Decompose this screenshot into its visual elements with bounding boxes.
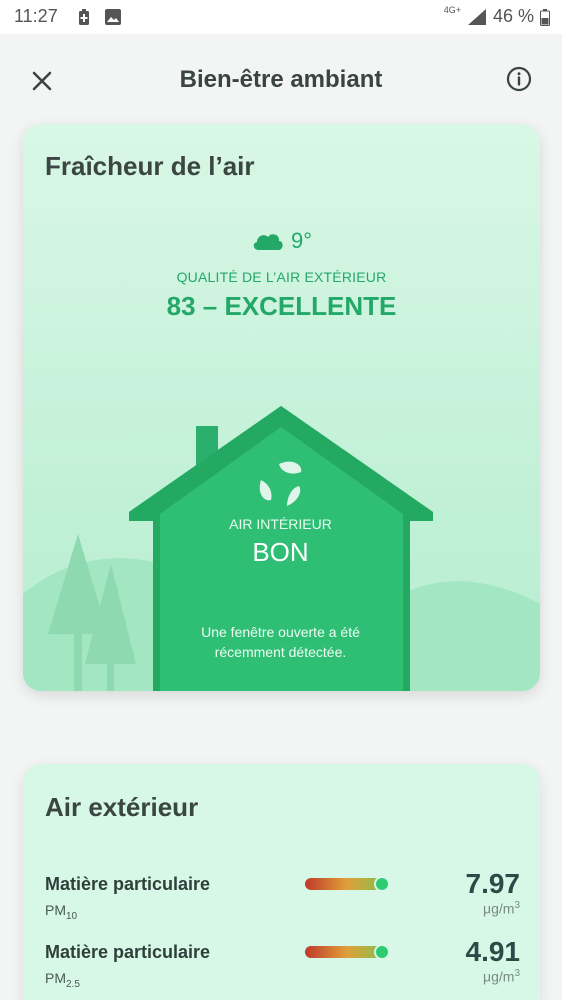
metric-value: 7.97 bbox=[465, 868, 521, 899]
right-hill bbox=[403, 581, 540, 691]
gauge-knob bbox=[374, 944, 390, 960]
metric-name: Matière particulaire bbox=[45, 942, 211, 962]
indoor-air-label: AIR INTÉRIEUR bbox=[229, 516, 332, 532]
note-line-2: récemment détectée. bbox=[214, 644, 347, 660]
page-title: Bien-être ambiant bbox=[179, 66, 383, 93]
pm10-gauge bbox=[305, 876, 390, 892]
metric-name: Matière particulaire bbox=[45, 874, 211, 894]
metric-pm25[interactable]: Matière particulaire PM2.5 4.91 μg/m3 bbox=[45, 932, 520, 992]
card-title: Fraîcheur de l’air bbox=[45, 151, 255, 181]
network-type: 4G+ bbox=[443, 4, 461, 15]
metric-pm10[interactable]: Matière particulaire PM10 7.97 μg/m3 bbox=[45, 864, 520, 924]
pm25-gauge bbox=[305, 944, 390, 960]
signal-icon bbox=[467, 8, 486, 25]
metric-unit: μg/m3 bbox=[483, 968, 520, 985]
cloud-icon bbox=[253, 234, 283, 250]
note-line-1: Une fenêtre ouverte a été bbox=[201, 624, 360, 640]
window-open-note: Une fenêtre ouverte a été récemment déte… bbox=[165, 622, 396, 662]
info-icon[interactable] bbox=[506, 66, 532, 92]
status-bar: 11:27 4G+ 46 % bbox=[0, 0, 562, 34]
weather-summary: 9° bbox=[23, 228, 540, 257]
air-freshness-card[interactable]: Fraîcheur de l’air 9° QUALITÉ DE L’AIR E… bbox=[23, 124, 540, 691]
battery-percent: 46 % bbox=[492, 6, 534, 26]
image-icon bbox=[105, 9, 121, 25]
battery-saver-icon bbox=[79, 9, 89, 25]
temperature: 9° bbox=[290, 228, 313, 253]
metric-subtitle: PM2.5 bbox=[45, 970, 80, 990]
metric-value: 4.91 bbox=[465, 936, 521, 967]
battery-icon bbox=[540, 8, 550, 26]
outdoor-quality-label: QUALITÉ DE L’AIR EXTÉRIEUR bbox=[176, 269, 387, 285]
outdoor-quality-value: 83 – EXCELLENTE bbox=[166, 291, 397, 321]
indoor-air-value: BON bbox=[252, 537, 309, 567]
house-scene-illustration bbox=[23, 406, 540, 691]
metric-subtitle: PM10 bbox=[45, 902, 78, 922]
metric-unit: μg/m3 bbox=[483, 900, 520, 917]
status-time: 11:27 bbox=[14, 6, 58, 26]
outdoor-air-card[interactable]: Air extérieur Matière particulaire PM10 … bbox=[23, 764, 540, 1000]
card-title: Air extérieur bbox=[45, 792, 199, 822]
app-bar: Bien-être ambiant bbox=[0, 34, 562, 124]
gauge-knob bbox=[374, 876, 390, 892]
